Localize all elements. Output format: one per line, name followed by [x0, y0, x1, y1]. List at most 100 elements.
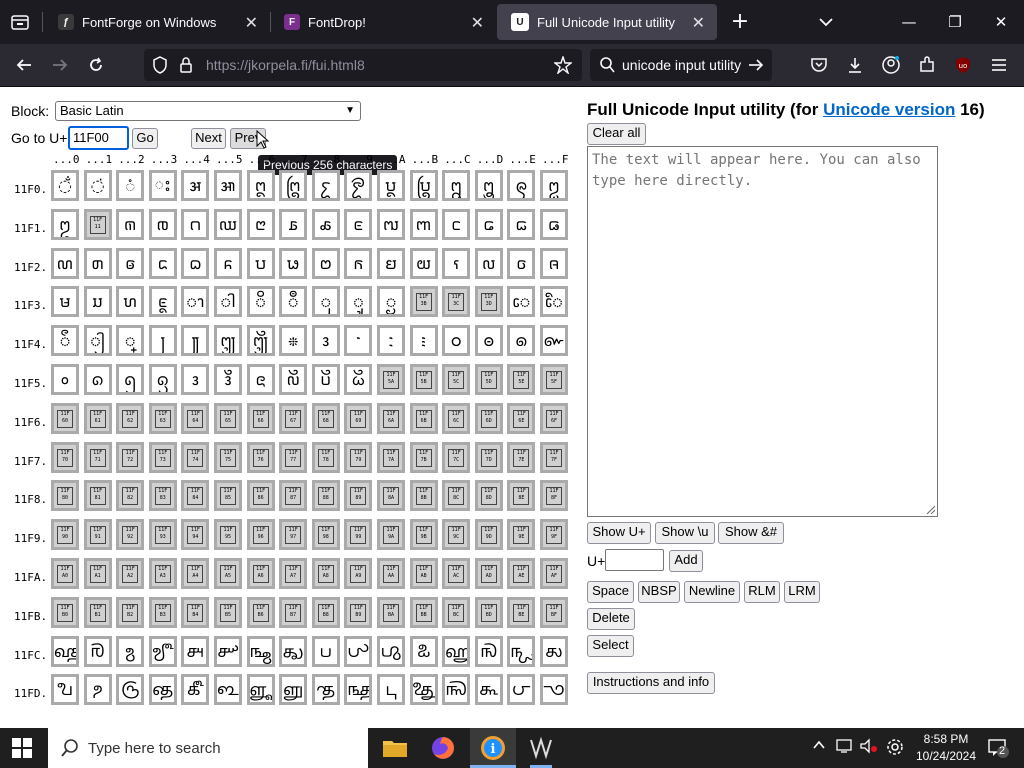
character-cell[interactable]: 11F BC [442, 596, 471, 628]
character-cell[interactable]: 11F 60 [51, 402, 79, 434]
character-cell[interactable]: 𑽘 [311, 364, 340, 395]
character-cell[interactable]: ◌ះ [148, 170, 177, 201]
character-cell[interactable]: 11F 6D [474, 402, 503, 434]
character-cell[interactable]: 11F 99 [344, 519, 373, 551]
character-cell[interactable]: 𑼈 [311, 170, 340, 201]
character-cell[interactable]: 𑼕 [214, 208, 242, 240]
character-cell[interactable]: 𑿊 [377, 635, 405, 667]
codepoint-input[interactable] [605, 549, 664, 571]
character-cell[interactable]: 11F 64 [181, 402, 210, 434]
character-cell[interactable]: 11F 61 [83, 402, 112, 434]
character-cell[interactable]: 𑿀 [51, 635, 79, 667]
character-cell[interactable]: 11F A2 [116, 558, 145, 589]
character-cell[interactable]: 𑿎 [507, 635, 536, 667]
character-cell[interactable]: 11F 6A [377, 402, 405, 434]
go-arrow-icon[interactable] [748, 57, 764, 77]
character-cell[interactable]: 𑼜 [442, 208, 471, 240]
character-cell[interactable]: 𑼇 [279, 170, 308, 201]
character-cell[interactable]: 𑿞 [507, 674, 536, 706]
character-cell[interactable]: 𑼘 [311, 208, 340, 240]
character-cell[interactable]: 11F 5A [377, 364, 405, 395]
character-cell[interactable]: 𑽉 [344, 325, 373, 357]
character-cell[interactable]: 𑽇 [279, 325, 308, 357]
character-cell[interactable]: 𑼖 [246, 208, 275, 240]
character-cell[interactable]: 𑼷 [279, 286, 308, 318]
pocket-icon[interactable] [806, 53, 832, 77]
select-button[interactable]: Select [587, 635, 634, 657]
character-cell[interactable]: 11F AB [409, 558, 438, 589]
character-cell[interactable]: 𑼱 [83, 286, 112, 318]
character-cell[interactable]: 11F 74 [181, 441, 210, 473]
character-cell[interactable]: 𑿅 [214, 635, 242, 667]
character-cell[interactable]: 𑿄 [181, 635, 210, 667]
character-cell[interactable]: 11F 5F [540, 364, 568, 395]
character-cell[interactable]: 11F A4 [181, 558, 210, 589]
close-tab-icon[interactable]: ✕ [692, 13, 705, 33]
character-cell[interactable]: 11F 83 [148, 480, 177, 512]
character-cell[interactable]: 11F 5C [442, 364, 471, 395]
character-cell[interactable]: 11F 70 [51, 441, 79, 473]
forward-arrow-icon[interactable] [47, 53, 73, 77]
character-cell[interactable]: 11F 6C [442, 402, 471, 434]
character-cell[interactable]: 𑼲 [116, 286, 145, 318]
character-cell[interactable]: 11F 87 [279, 480, 308, 512]
character-cell[interactable]: 𑼋 [409, 170, 438, 201]
character-cell[interactable]: 11F 76 [246, 441, 275, 473]
character-cell[interactable]: 𑿉 [344, 635, 373, 667]
character-cell[interactable]: 11F 6E [507, 402, 536, 434]
character-cell[interactable]: 𑼎 [507, 170, 536, 201]
delete-button[interactable]: Delete [587, 608, 635, 630]
character-cell[interactable]: 𑽍 [474, 325, 503, 357]
character-cell[interactable]: 𑽓 [148, 364, 177, 395]
character-cell[interactable]: 𑿝 [474, 674, 503, 706]
character-cell[interactable]: 11F 68 [311, 402, 340, 434]
character-cell[interactable]: 𑽋 [409, 325, 438, 357]
character-cell[interactable]: 11F A9 [344, 558, 373, 589]
character-cell[interactable]: 11F B3 [148, 596, 177, 628]
character-cell[interactable]: 11F B4 [181, 596, 210, 628]
character-cell[interactable]: 𑼶 [246, 286, 275, 318]
character-cell[interactable]: 𑼦 [246, 247, 275, 279]
character-cell[interactable]: 11F 75 [214, 441, 242, 473]
character-cell[interactable]: 𑽈 [311, 325, 340, 357]
character-cell[interactable]: 11F 8D [474, 480, 503, 512]
character-cell[interactable]: 11F B6 [246, 596, 275, 628]
character-cell[interactable]: 11F AA [377, 558, 405, 589]
character-cell[interactable]: 𑼿 [540, 286, 568, 318]
character-cell[interactable]: 𑼨 [311, 247, 340, 279]
search-bar[interactable]: unicode input utility [590, 49, 772, 81]
space-button[interactable]: Space [587, 581, 634, 603]
show-backslash-u-button[interactable]: Show \u [655, 522, 715, 544]
character-cell[interactable]: 11F B2 [116, 596, 145, 628]
character-cell[interactable]: 11F 11 [83, 208, 112, 240]
character-cell[interactable]: 11F 3D [474, 286, 503, 318]
character-cell[interactable]: 11F 82 [116, 480, 145, 512]
firefox-icon[interactable] [420, 728, 466, 768]
windows-start-icon[interactable] [12, 738, 32, 758]
character-cell[interactable]: 11F AD [474, 558, 503, 589]
tab-unicode-input[interactable]: U Full Unicode Input utility ✕ [497, 4, 717, 40]
character-cell[interactable]: 11F 88 [311, 480, 340, 512]
character-cell[interactable]: 𑼮 [507, 247, 536, 279]
clear-all-button[interactable]: Clear all [587, 123, 646, 145]
character-cell[interactable]: 𑼴 [181, 286, 210, 318]
character-cell[interactable]: 𑼠 [51, 247, 79, 279]
character-cell[interactable]: 11F 94 [181, 519, 210, 551]
character-cell[interactable]: 11F B5 [214, 596, 242, 628]
character-cell[interactable]: 11F A5 [214, 558, 242, 589]
character-cell[interactable]: 11F B9 [344, 596, 373, 628]
character-cell[interactable]: 𑿇 [279, 635, 308, 667]
character-cell[interactable]: 𑽄 [181, 325, 210, 357]
character-cell[interactable]: 𑿁 [83, 635, 112, 667]
volume-muted-icon[interactable] [860, 738, 878, 757]
tab-fontdrop[interactable]: F FontDrop! ✕ [270, 4, 496, 40]
character-cell[interactable]: 𑼍 [474, 170, 503, 201]
character-cell[interactable]: 11F 6F [540, 402, 568, 434]
character-cell[interactable]: 11F 6B [409, 402, 438, 434]
character-cell[interactable]: 11F 90 [51, 519, 79, 551]
hamburger-menu-icon[interactable] [986, 53, 1012, 77]
chevron-down-icon[interactable] [814, 10, 838, 34]
character-cell[interactable]: 11F BA [377, 596, 405, 628]
character-cell[interactable]: 𑽎 [507, 325, 536, 357]
character-cell[interactable]: 𑽒 [116, 364, 145, 395]
